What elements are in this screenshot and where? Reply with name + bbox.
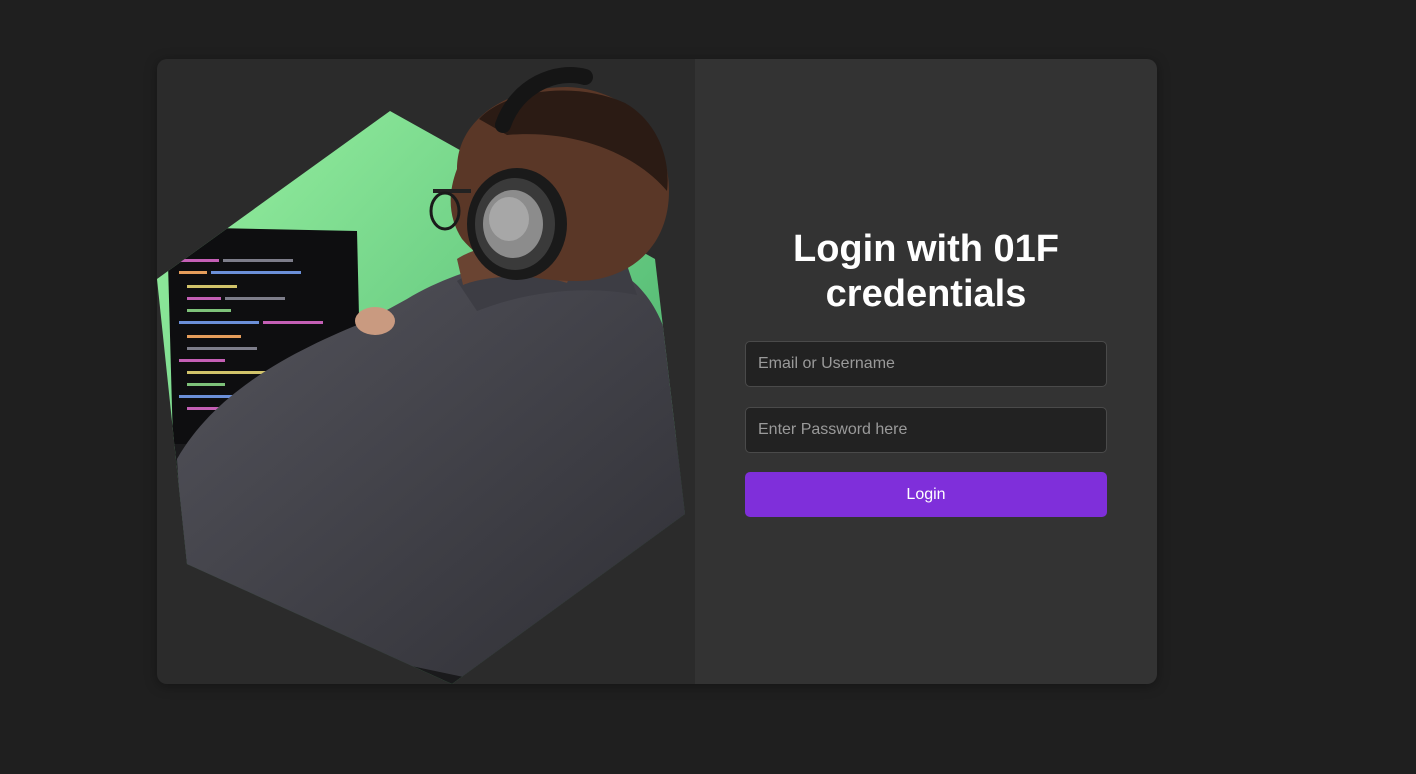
email-username-input[interactable]	[745, 341, 1107, 387]
login-card: Login with 01F credentials Login	[157, 59, 1157, 684]
login-panel: Login with 01F credentials Login	[695, 59, 1157, 684]
login-title: Login with 01F credentials	[793, 228, 1059, 315]
login-button[interactable]: Login	[745, 472, 1107, 517]
hero-illustration	[157, 67, 685, 684]
hero-panel	[157, 59, 695, 684]
password-input[interactable]	[745, 407, 1107, 453]
